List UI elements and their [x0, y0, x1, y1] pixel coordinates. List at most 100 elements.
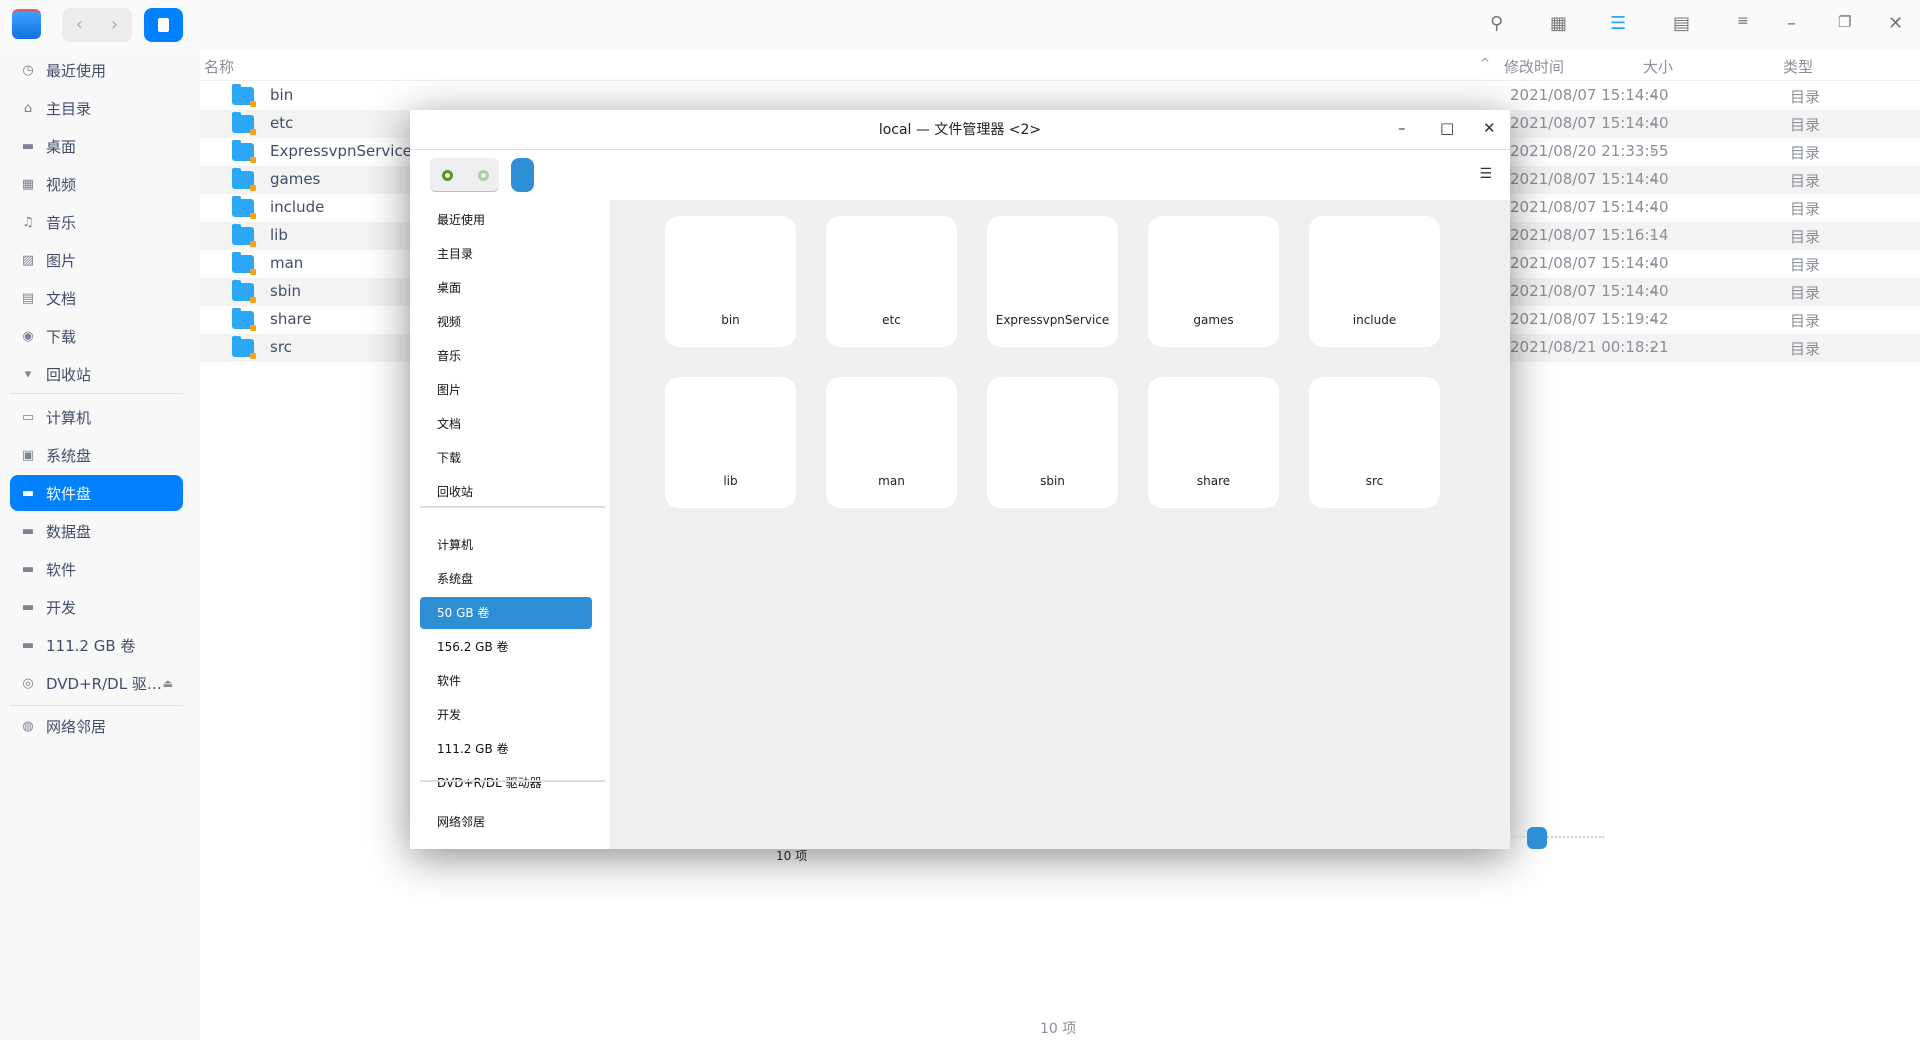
cell-size: - [1650, 310, 1656, 328]
dialog-sidebar-item[interactable]: 156.2 GB 卷 [420, 631, 592, 663]
sidebar-item[interactable]: ▬ 软件 [10, 551, 183, 587]
sidebar-item-icon: ⌂ [23, 100, 33, 116]
cell-size: - [1650, 254, 1656, 272]
sidebar-item[interactable]: ▬ 软件盘 [10, 475, 183, 511]
sidebar-item[interactable]: ⌂ 主目录 [10, 90, 183, 126]
sidebar-item[interactable]: ▭ 计算机 [10, 399, 183, 435]
sidebar-item[interactable]: ▬ 111.2 GB 卷 [10, 627, 183, 663]
column-size[interactable]: 大小 [1643, 56, 1673, 77]
sidebar-item[interactable]: ▨ 图片 [10, 242, 183, 278]
dialog-sidebar-item[interactable]: 最近使用 [420, 204, 592, 236]
cell-name: etc [270, 114, 294, 132]
sidebar-item[interactable]: ▬ 桌面 [10, 128, 183, 164]
folder-card[interactable]: src [1309, 377, 1440, 508]
title-bar: ‹ › ⚲ ▦ ☰ ▤ ≡ – ❐ ✕ [0, 0, 1920, 50]
folder-card[interactable]: etc [826, 216, 957, 347]
column-modified[interactable]: 修改时间 [1504, 56, 1564, 77]
dialog-minimize-icon[interactable]: – [1398, 119, 1406, 137]
sidebar-item[interactable]: ◎ DVD+R/DL 驱… ⏏ [10, 665, 183, 701]
zoom-slider-handle[interactable] [1527, 827, 1547, 849]
sidebar: ◷ 最近使用 ⌂ 主目录 ▬ 桌面 ▦ 视频 ♫ 音乐 ▨ 图片 ▤ 文档 ◉ 下载 ▾ 回收站 ▭ 计算机 ▣ 系统盘 ▬… [0, 50, 200, 1040]
folder-card[interactable]: share [1148, 377, 1279, 508]
dialog-close-icon[interactable]: ✕ [1483, 119, 1496, 137]
back-button[interactable]: ‹ [62, 8, 97, 42]
dialog-sidebar-item[interactable]: 下载 [420, 442, 592, 474]
dialog-sidebar-item[interactable]: 回收站 [420, 476, 592, 508]
dialog-sidebar-item[interactable]: DVD+R/DL 驱动器 [420, 767, 592, 799]
zoom-slider[interactable] [1512, 827, 1604, 849]
dialog-sidebar-item[interactable]: 系统盘 [420, 563, 592, 595]
sidebar-item[interactable]: ♫ 音乐 [10, 204, 183, 240]
table-row[interactable]: bin 2021/08/07 15:14:40- 目录 [200, 82, 1920, 110]
folder-card[interactable]: games [1148, 216, 1279, 347]
sidebar-item-label: DVD+R/DL 驱… [46, 674, 162, 693]
nav-buttons: ‹ › [62, 8, 132, 42]
dialog-sidebar-item[interactable]: 文档 [420, 408, 592, 440]
list-view-icon[interactable]: ☰ [1610, 13, 1626, 34]
icon-view-icon[interactable]: ▦ [1550, 13, 1567, 34]
dialog-sidebar-item[interactable]: 50 GB 卷 [420, 597, 592, 629]
column-type[interactable]: 类型 [1783, 56, 1813, 77]
cell-modified: 2021/08/07 15:14:40 [1510, 86, 1669, 104]
sidebar-item-icon: ▬ [21, 637, 35, 653]
sidebar-item[interactable]: ◍ 网络邻居 [10, 708, 183, 744]
sidebar-item-icon: ◉ [22, 328, 34, 344]
sidebar-item-label: 图片 [46, 251, 77, 270]
sidebar-item-icon: ▬ [21, 138, 35, 154]
dialog-forward-icon[interactable] [478, 170, 489, 181]
folder-card[interactable]: sbin [987, 377, 1118, 508]
sidebar-item[interactable]: ◉ 下载 [10, 318, 183, 354]
sidebar-item-icon: ▬ [21, 523, 35, 539]
sidebar-item[interactable]: ▬ 数据盘 [10, 513, 183, 549]
folder-icon [232, 280, 256, 303]
cell-modified: 2021/08/07 15:19:42 [1510, 310, 1669, 328]
dialog-sidebar-item[interactable]: 桌面 [420, 272, 592, 304]
folder-card[interactable]: ExpressvpnService [987, 216, 1118, 347]
sidebar-item[interactable]: ▤ 文档 [10, 280, 183, 316]
column-name[interactable]: 名称 [204, 56, 234, 77]
sidebar-item-icon: ▾ [24, 366, 32, 382]
detail-view-icon[interactable]: ▤ [1673, 13, 1690, 34]
sort-ascending-icon[interactable]: ^ [1480, 56, 1490, 70]
minimize-icon[interactable]: – [1787, 13, 1796, 34]
cell-name: bin [270, 86, 294, 104]
search-icon[interactable]: ⚲ [1490, 13, 1503, 34]
folder-card[interactable]: include [1309, 216, 1440, 347]
dialog-item-count: 10 项 [776, 849, 808, 863]
sidebar-item[interactable]: ◷ 最近使用 [10, 52, 183, 88]
dialog-sidebar-item[interactable]: 111.2 GB 卷 [420, 733, 592, 765]
cell-size: - [1650, 282, 1656, 300]
dialog-sidebar-item[interactable]: 软件 [420, 665, 592, 697]
dialog-sidebar-item[interactable]: 网络邻居 [420, 806, 592, 838]
folder-icon [232, 196, 256, 219]
dialog-sidebar-item[interactable]: 视频 [420, 306, 592, 338]
eject-icon[interactable]: ⏏ [163, 677, 173, 690]
dialog-sidebar-item[interactable]: 主目录 [420, 238, 592, 270]
sidebar-item[interactable]: ▬ 开发 [10, 589, 183, 625]
folder-card[interactable]: man [826, 377, 957, 508]
close-icon[interactable]: ✕ [1888, 13, 1903, 34]
cell-name: include [270, 198, 325, 216]
dialog-maximize-icon[interactable]: □ [1440, 119, 1454, 137]
dialog-sidebar-item[interactable]: 音乐 [420, 340, 592, 372]
sidebar-item-label: 数据盘 [46, 522, 92, 541]
forward-button[interactable]: › [97, 8, 132, 42]
sidebar-item[interactable]: ▾ 回收站 [10, 356, 183, 392]
sidebar-item[interactable]: ▦ 视频 [10, 166, 183, 202]
folder-card[interactable]: lib [665, 377, 796, 508]
sidebar-item-label: 视频 [46, 175, 77, 194]
breadcrumb-drive-button[interactable] [144, 8, 183, 42]
dialog-sidebar-item[interactable]: 开发 [420, 699, 592, 731]
dialog-menu-icon[interactable]: ☰ [1479, 166, 1492, 182]
cell-size: - [1650, 226, 1656, 244]
sidebar-item[interactable]: ▣ 系统盘 [10, 437, 183, 473]
restore-icon[interactable]: ❐ [1838, 13, 1851, 31]
dialog-location-button[interactable] [511, 158, 534, 192]
folder-card[interactable]: bin [665, 216, 796, 347]
folder-icon [232, 308, 256, 331]
dialog-sidebar-item[interactable]: 计算机 [420, 529, 592, 561]
dialog-sidebar-item[interactable]: 图片 [420, 374, 592, 406]
folder-icon [232, 84, 256, 107]
menu-icon[interactable]: ≡ [1737, 13, 1749, 29]
dialog-back-icon[interactable] [442, 170, 453, 181]
